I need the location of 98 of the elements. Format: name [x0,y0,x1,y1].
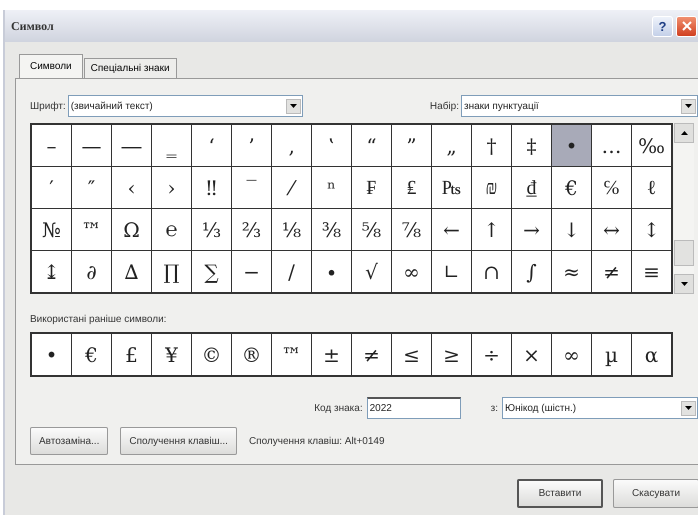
window-title: Символ [11,18,54,34]
symbol-cell[interactable]: ∕ [272,251,311,292]
symbol-cell[interactable]: ≥ [432,334,471,375]
symbol-cell[interactable]: → [512,209,551,250]
dropdown[interactable]: знаки пунктуації [461,95,698,117]
symbol-cell[interactable]: ≠ [592,251,631,292]
symbol-cell[interactable]: ″ [72,167,111,208]
symbol-cell[interactable]: ≤ [392,334,431,375]
symbol-cell[interactable]: € [552,167,591,208]
dropdown[interactable]: (звичайний текст) [68,95,303,117]
symbol-cell[interactable]: ’ [232,125,271,166]
symbol-cell[interactable]: ® [232,334,271,375]
symbol-cell[interactable]: • [32,334,71,375]
symbol-cell[interactable]: ↨ [32,251,71,292]
symbol-cell[interactable]: ‰ [632,125,671,166]
symbol-cell[interactable]: ⅞ [392,209,431,250]
symbol-cell[interactable]: − [232,251,271,292]
symbol-cell[interactable]: ∆ [112,251,151,292]
symbol-cell[interactable]: ‗ [152,125,191,166]
symbol-cell[interactable]: µ [592,334,631,375]
symbol-cell[interactable]: ‡ [512,125,551,166]
symbol-cell[interactable]: ↕ [632,209,671,250]
symbol-cell[interactable]: ∫ [512,251,551,292]
action-button[interactable]: Сполучення клавіш... [120,427,237,455]
symbol-cell[interactable]: ≈ [552,251,591,292]
symbol-cell[interactable]: € [72,334,111,375]
symbol-cell[interactable]: ℓ [632,167,671,208]
symbol-cell[interactable]: © [192,334,231,375]
symbol-cell[interactable]: ± [312,334,351,375]
symbol-cell[interactable]: Ω [112,209,151,250]
code-field[interactable]: 2022 [366,397,461,419]
symbol-cell[interactable]: ÷ [472,334,511,375]
symbol-cell[interactable]: † [472,125,511,166]
symbol-cell[interactable]: ∞ [552,334,591,375]
symbol-cell[interactable]: ↔ [592,209,631,250]
symbol-cell[interactable]: ¥ [152,334,191,375]
symbol-cell[interactable]: ≠ [352,334,391,375]
symbol-cell[interactable]: ∂ [72,251,111,292]
symbol-cell[interactable]: ” [392,125,431,166]
symbol-cell[interactable]: ⅔ [232,209,271,250]
symbol-cell[interactable]: ‼ [192,167,231,208]
symbol-cell[interactable]: ₤ [392,167,431,208]
from-label: з: [490,402,498,414]
tab[interactable]: Спеціальні знаки [84,58,177,78]
symbol-cell[interactable]: ∟ [432,251,471,292]
symbol-cell[interactable]: … [592,125,631,166]
help-button[interactable]: ? [652,16,673,36]
symbol-cell[interactable]: „ [432,125,471,166]
symbol-cell[interactable]: • [552,125,591,166]
symbol-cell[interactable]: ℅ [592,167,631,208]
symbol-cell[interactable]: ∙ [312,251,351,292]
symbol-cell[interactable]: ₪ [472,167,511,208]
symbol-cell[interactable]: ↓ [552,209,591,250]
symbol-cell[interactable]: ∏ [152,251,191,292]
symbol-cell[interactable]: “ [352,125,391,166]
action-button[interactable]: Автозаміна... [30,427,108,455]
symbol-cell[interactable]: α [632,334,671,375]
symbol-cell[interactable]: ⅜ [312,209,351,250]
symbol-cell[interactable]: ∞ [392,251,431,292]
symbol-cell[interactable]: ™ [72,209,111,250]
symbol-cell[interactable]: £ [112,334,151,375]
symbol-cell[interactable]: ∑ [192,251,231,292]
symbol-cell[interactable]: ⁄ [272,167,311,208]
symbol-cell[interactable]: ‛ [312,125,351,166]
symbol-cell[interactable]: ‾ [232,167,271,208]
symbol-cell[interactable]: ← [432,209,471,250]
symbol-cell[interactable]: — [72,125,111,166]
symbol-cell[interactable]: ⅛ [272,209,311,250]
dialog-button[interactable]: Вставити [517,479,603,508]
tab[interactable]: Символи [19,54,83,78]
symbol-cell[interactable]: ⅓ [192,209,231,250]
symbol-cell[interactable]: ∩ [472,251,511,292]
symbol-cell[interactable]: ⁿ [312,167,351,208]
shortcut-text: Сполучення клавіш: Alt+0149 [248,436,385,446]
symbol-cell[interactable]: ₣ [352,167,391,208]
symbol-cell[interactable]: ℮ [152,209,191,250]
symbol-cell[interactable]: ≡ [632,251,671,292]
symbol-cell[interactable]: ‚ [272,125,311,166]
symbol-cell[interactable]: – [32,125,71,166]
symbol-cell[interactable]: ₫ [512,167,551,208]
symbol-cell[interactable]: ₧ [432,167,471,208]
symbol-cell[interactable]: ‘ [192,125,231,166]
symbol-cell[interactable]: ‹ [112,167,151,208]
subset-label: Набір: [430,100,459,112]
recent-symbols-label: Використані раніше символи: [30,314,168,325]
code-label: Код знака: [314,402,363,414]
symbol-cell[interactable]: ′ [32,167,71,208]
dropdown[interactable]: Юнікод (шістн.) [502,397,698,419]
symbol-cell[interactable]: √ [352,251,391,292]
font-label: Шрифт: [30,100,66,112]
symbol-cell[interactable]: ™ [272,334,311,375]
symbol-cell[interactable]: № [32,209,71,250]
symbol-cell[interactable]: ― [112,125,151,166]
symbol-cell[interactable]: × [512,334,551,375]
dialog-button[interactable]: Скасувати [613,479,698,508]
symbol-cell[interactable]: ↑ [472,209,511,250]
symbol-cell[interactable]: › [152,167,191,208]
symbol-cell[interactable]: ⅝ [352,209,391,250]
